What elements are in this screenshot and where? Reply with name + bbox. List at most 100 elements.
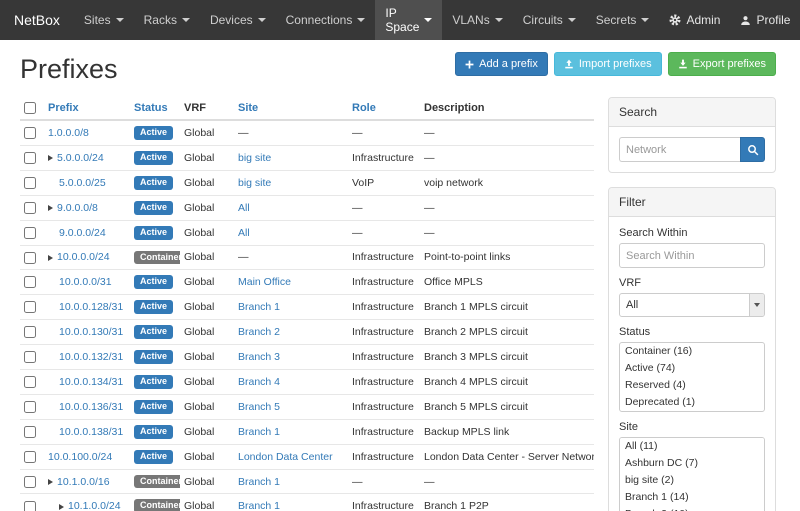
listbox-option[interactable]: big site (2) [620, 472, 764, 489]
search-input[interactable] [619, 137, 740, 162]
prefix-link[interactable]: 10.1.0.0/24 [68, 500, 121, 511]
listbox-option[interactable]: Ashburn DC (7) [620, 455, 764, 472]
column-header-prefix[interactable]: Prefix [44, 97, 130, 120]
listbox-option[interactable]: Branch 2 (10) [620, 506, 764, 511]
nav-item-label: Connections [286, 13, 353, 27]
import-prefixes-button[interactable]: Import prefixes [554, 52, 662, 76]
status-listbox[interactable]: Container (16)Active (74)Reserved (4)Dep… [619, 342, 765, 412]
expand-caret-icon[interactable] [48, 205, 53, 211]
row-checkbox[interactable] [24, 276, 36, 288]
listbox-option[interactable]: Reserved (4) [620, 377, 764, 394]
prefix-link[interactable]: 10.0.0.138/31 [59, 426, 123, 438]
row-checkbox[interactable] [24, 401, 36, 413]
prefix-link[interactable]: 10.0.0.0/31 [59, 276, 112, 288]
row-checkbox[interactable] [24, 476, 36, 488]
column-header-status[interactable]: Status [130, 97, 180, 120]
row-checkbox[interactable] [24, 252, 36, 264]
prefix-link[interactable]: 9.0.0.0/24 [59, 227, 106, 239]
prefix-cell: 10.0.0.136/31 [48, 401, 123, 413]
site-link[interactable]: All [238, 202, 250, 214]
column-header-vrf[interactable]: VRF [180, 97, 234, 120]
nav-item-admin[interactable]: Admin [659, 0, 730, 40]
vrf-value: Global [180, 419, 234, 444]
nav-item-sites[interactable]: Sites [74, 0, 134, 40]
add-prefix-button[interactable]: Add a prefix [455, 52, 548, 76]
site-link[interactable]: Main Office [238, 276, 291, 288]
table-header-row: Prefix Status VRF Site Role Description [20, 97, 594, 120]
site-link[interactable]: Branch 1 [238, 426, 280, 438]
prefix-link[interactable]: 10.0.0.136/31 [59, 401, 123, 413]
row-checkbox[interactable] [24, 376, 36, 388]
table-row: 5.0.0.0/24 Active Global big site Infras… [20, 145, 594, 170]
site-link[interactable]: Branch 3 [238, 351, 280, 363]
expand-caret-icon[interactable] [48, 479, 53, 485]
column-header-site[interactable]: Site [234, 97, 348, 120]
row-checkbox[interactable] [24, 152, 36, 164]
row-checkbox[interactable] [24, 202, 36, 214]
nav-item-circuits[interactable]: Circuits [513, 0, 586, 40]
search-within-input[interactable] [619, 243, 765, 268]
site-link[interactable]: Branch 5 [238, 401, 280, 413]
row-checkbox[interactable] [24, 351, 36, 363]
nav-item-profile[interactable]: Profile [730, 0, 800, 40]
row-checkbox[interactable] [24, 451, 36, 463]
expand-caret-icon[interactable] [48, 155, 53, 161]
column-header-role[interactable]: Role [348, 97, 420, 120]
vrf-select[interactable]: All [619, 293, 765, 317]
listbox-option[interactable]: Active (74) [620, 360, 764, 377]
prefix-cell: 10.1.0.0/24 [48, 500, 121, 511]
prefix-link[interactable]: 9.0.0.0/8 [57, 202, 98, 214]
prefix-link[interactable]: 10.0.0.130/31 [59, 326, 123, 338]
export-prefixes-button[interactable]: Export prefixes [668, 52, 776, 76]
site-link[interactable]: All [238, 227, 250, 239]
row-checkbox[interactable] [24, 177, 36, 189]
site-link[interactable]: Branch 1 [238, 301, 280, 313]
nav-item-racks[interactable]: Racks [134, 0, 200, 40]
import-icon [564, 59, 574, 69]
row-checkbox[interactable] [24, 326, 36, 338]
site-link[interactable]: big site [238, 177, 271, 189]
prefix-link[interactable]: 10.1.0.0/16 [57, 476, 110, 488]
site-link[interactable]: Branch 2 [238, 326, 280, 338]
site-link[interactable]: London Data Center [238, 451, 333, 463]
nav-item-devices[interactable]: Devices [200, 0, 276, 40]
site-link[interactable]: Branch 1 [238, 476, 280, 488]
listbox-option[interactable]: Container (16) [620, 343, 764, 360]
site-listbox[interactable]: All (11)Ashburn DC (7)big site (2)Branch… [619, 437, 765, 511]
site-link[interactable]: big site [238, 152, 271, 164]
role-value: — [348, 195, 420, 220]
brand-netbox[interactable]: NetBox [0, 0, 74, 40]
prefix-cell: 10.0.0.0/31 [48, 276, 112, 288]
prefix-cell: 9.0.0.0/8 [48, 202, 98, 214]
select-all-checkbox[interactable] [24, 102, 36, 114]
row-checkbox[interactable] [24, 301, 36, 313]
nav-item-connections[interactable]: Connections [276, 0, 376, 40]
prefix-link[interactable]: 10.0.0.134/31 [59, 376, 123, 388]
role-value: Infrastructure [348, 245, 420, 270]
nav-item-secrets[interactable]: Secrets [586, 0, 660, 40]
listbox-option[interactable]: All (11) [620, 438, 764, 455]
prefix-link[interactable]: 5.0.0.0/24 [57, 152, 104, 164]
prefix-link[interactable]: 10.0.0.0/24 [57, 251, 110, 263]
row-checkbox[interactable] [24, 127, 36, 139]
page-title: Prefixes [20, 54, 118, 85]
nav-item-vlans[interactable]: VLANs [442, 0, 512, 40]
nav-item-ip-space[interactable]: IP Space [375, 0, 442, 40]
expand-caret-icon[interactable] [48, 255, 53, 261]
prefix-link[interactable]: 5.0.0.0/25 [59, 177, 106, 189]
listbox-option[interactable]: Branch 1 (14) [620, 489, 764, 506]
prefix-link[interactable]: 1.0.0.0/8 [48, 127, 89, 139]
row-checkbox[interactable] [24, 426, 36, 438]
row-checkbox[interactable] [24, 501, 36, 511]
prefix-link[interactable]: 10.0.0.128/31 [59, 301, 123, 313]
search-button[interactable] [740, 137, 765, 162]
listbox-option[interactable]: Deprecated (1) [620, 394, 764, 411]
row-checkbox[interactable] [24, 227, 36, 239]
expand-caret-icon[interactable] [59, 504, 64, 510]
filter-panel: Filter Search Within VRF All Status Cont… [608, 187, 776, 511]
site-link[interactable]: Branch 4 [238, 376, 280, 388]
site-link[interactable]: Branch 1 [238, 500, 280, 511]
prefix-link[interactable]: 10.0.100.0/24 [48, 451, 112, 463]
prefix-cell: 10.1.0.0/16 [48, 476, 110, 488]
prefix-link[interactable]: 10.0.0.132/31 [59, 351, 123, 363]
